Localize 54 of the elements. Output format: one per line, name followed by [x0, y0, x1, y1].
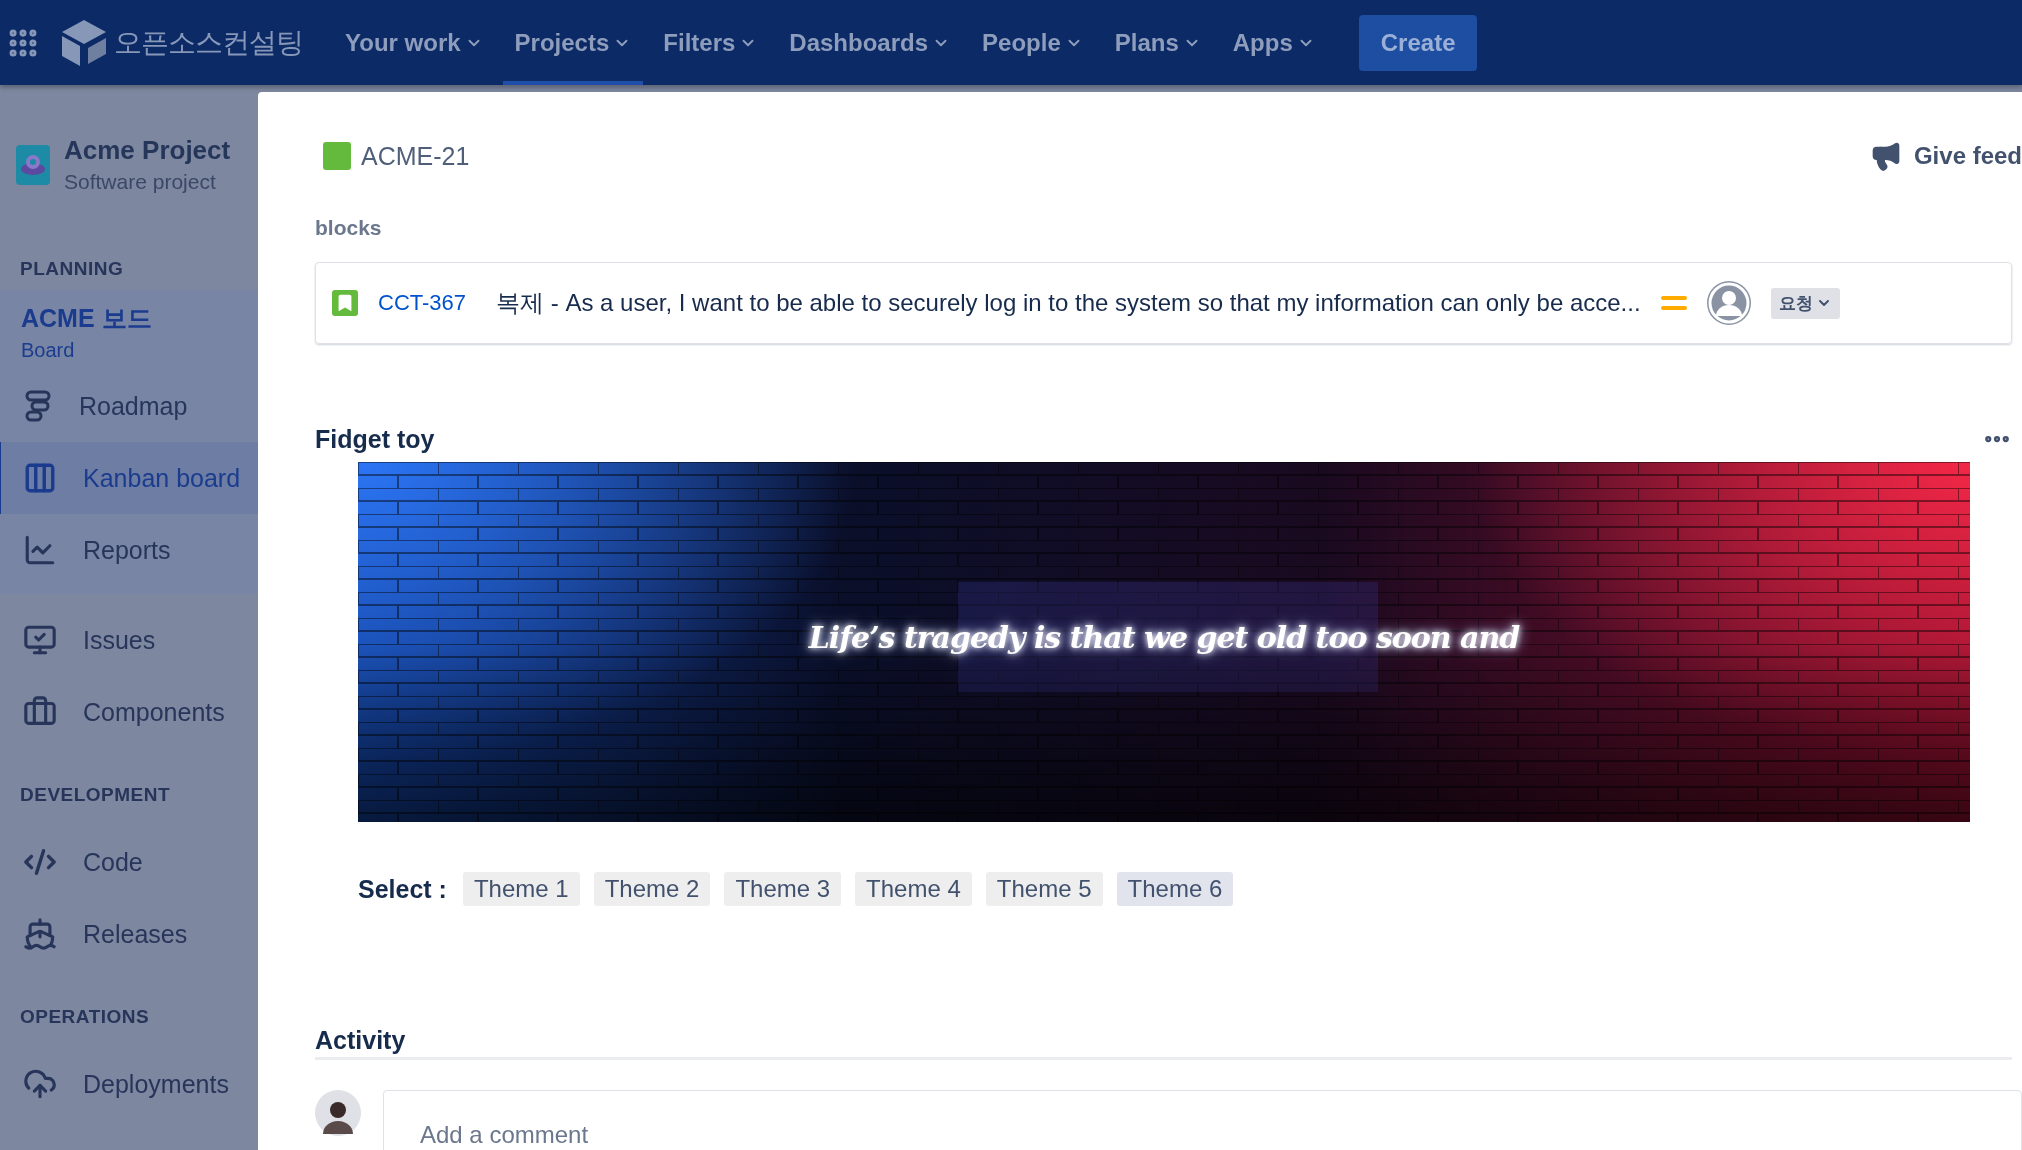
project-type: Software project — [64, 170, 217, 194]
ship-icon — [23, 917, 57, 951]
activity-heading: Activity — [315, 1026, 2012, 1060]
priority-icon — [1660, 295, 1687, 311]
nav-menu[interactable]: Your work — [333, 0, 495, 85]
nav-menu[interactable]: Projects — [502, 0, 644, 85]
nav-menu[interactable]: Dashboards — [777, 0, 963, 85]
logo-icon — [60, 17, 108, 68]
feedback-button[interactable]: Give feed — [1869, 140, 2022, 172]
avatar-icon — [1706, 281, 1751, 325]
neon-text: Life’s tragedy is that we get old too soon and — [807, 620, 1521, 655]
user-avatar-icon — [315, 1090, 361, 1136]
theme-button[interactable]: Theme 6 — [1116, 872, 1234, 906]
chart-icon — [23, 533, 57, 567]
create-button[interactable]: Create — [1358, 14, 1478, 71]
board-name[interactable]: ACME 보드 — [0, 302, 258, 335]
comment-field[interactable]: Add a comment — [383, 1090, 2022, 1150]
theme-button[interactable]: Theme 3 — [724, 872, 842, 906]
sidebar-item[interactable]: Code — [0, 826, 258, 898]
story-icon — [323, 142, 351, 170]
nav-menu[interactable]: Filters — [651, 0, 770, 85]
board-type: Board — [20, 338, 76, 363]
sidebar-item[interactable]: Deployments — [0, 1048, 258, 1120]
sidebar-item[interactable]: Reports — [0, 514, 258, 586]
issue-key-link[interactable]: ACME-21 — [315, 141, 470, 171]
project-avatar-icon — [16, 144, 50, 185]
link-type-label: blocks — [315, 216, 383, 240]
section-heading: OPERATIONS — [19, 1006, 151, 1028]
section-heading: PLANNING — [19, 258, 125, 280]
monitor-check-icon — [23, 623, 57, 657]
theme-button[interactable]: Theme 2 — [593, 872, 711, 906]
issue-key-link[interactable]: CCT-367 — [378, 290, 467, 316]
sidebar-item[interactable]: Roadmap — [0, 370, 258, 442]
nav-menu[interactable]: Apps — [1220, 0, 1327, 85]
theme-button[interactable]: Theme 5 — [985, 872, 1103, 906]
theme-button[interactable]: Theme 4 — [855, 872, 972, 906]
project-name: Acme Project — [64, 135, 231, 166]
theme-button[interactable]: Theme 1 — [462, 872, 580, 906]
sidebar-item[interactable]: Components — [0, 676, 258, 748]
section-heading: DEVELOPMENT — [19, 784, 172, 806]
app-name: 오픈소스컨설팅 — [114, 25, 303, 60]
cloud-upload-icon — [23, 1067, 57, 1101]
sidebar-item[interactable]: Releases — [0, 898, 258, 970]
linked-issue-row[interactable]: CCT-367 복제 - As a user, I want to be able to securely log in to the system so that my information can only be acce... 요청 — [315, 262, 2012, 344]
nav-menu[interactable]: People — [970, 0, 1095, 85]
issue-summary: 복제 - As a user, I want to be able to securely log in to the system so that my information can only be acce... — [496, 288, 1641, 318]
sidebar-item[interactable]: Issues — [0, 604, 258, 676]
widget-title: Fidget toy — [315, 424, 435, 454]
story-icon — [332, 290, 358, 316]
columns-icon — [23, 461, 57, 495]
select-label: Select : — [358, 874, 447, 904]
roadmap-icon — [23, 390, 53, 422]
status-dropdown[interactable]: 요청 — [1770, 287, 1840, 319]
nav-menu[interactable]: Plans — [1102, 0, 1213, 85]
